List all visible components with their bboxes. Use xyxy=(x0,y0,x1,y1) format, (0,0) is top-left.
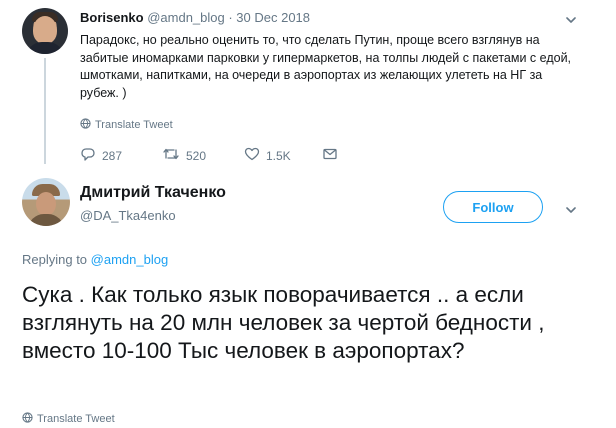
replying-to: Replying to @amdn_blog xyxy=(22,252,168,267)
like-icon xyxy=(244,146,260,165)
like-action[interactable]: 1.5K xyxy=(244,146,291,165)
parent-author-name[interactable]: Borisenko xyxy=(80,10,144,25)
chevron-down-icon[interactable] xyxy=(566,12,576,23)
retweet-count: 520 xyxy=(186,148,207,163)
like-count: 1.5K xyxy=(266,148,291,163)
parent-tweet-date[interactable]: 30 Dec 2018 xyxy=(236,10,310,25)
parent-translate-link[interactable]: Translate Tweet xyxy=(80,118,173,132)
dm-icon xyxy=(322,146,338,165)
dm-action[interactable] xyxy=(322,146,338,165)
chevron-down-icon[interactable] xyxy=(566,202,576,213)
reply-translate-link[interactable]: Translate Tweet xyxy=(22,412,115,426)
reply-icon xyxy=(80,146,96,165)
reply-count: 287 xyxy=(102,148,123,163)
replying-prefix: Replying to xyxy=(22,252,91,267)
reply-action[interactable]: 287 xyxy=(80,146,122,165)
retweet-icon xyxy=(162,146,180,165)
parent-translate-label: Translate Tweet xyxy=(95,119,173,131)
reply-author-handle[interactable]: @DA_Tka4enko xyxy=(80,208,176,223)
parent-tweet-header: Borisenko @amdn_blog · 30 Dec 2018 xyxy=(80,10,310,25)
meta-separator: · xyxy=(224,10,237,25)
follow-button[interactable]: Follow xyxy=(443,191,543,223)
parent-author-handle[interactable]: @amdn_blog xyxy=(147,10,225,25)
parent-tweet-text: Парадокс, но реально оценить то, что сде… xyxy=(80,33,572,100)
replying-mention-link[interactable]: @amdn_blog xyxy=(91,252,169,267)
avatar-tkachenko[interactable] xyxy=(22,178,70,226)
reply-tweet-text: Сука . Как только язык поворачивается ..… xyxy=(22,282,545,363)
globe-icon xyxy=(22,412,33,426)
globe-icon xyxy=(80,118,91,132)
reply-author-name[interactable]: Дмитрий Ткаченко xyxy=(80,184,226,202)
retweet-action[interactable]: 520 xyxy=(162,146,206,165)
avatar-borisenko[interactable] xyxy=(22,8,68,54)
reply-translate-label: Translate Tweet xyxy=(37,413,115,425)
thread-line xyxy=(44,58,46,164)
